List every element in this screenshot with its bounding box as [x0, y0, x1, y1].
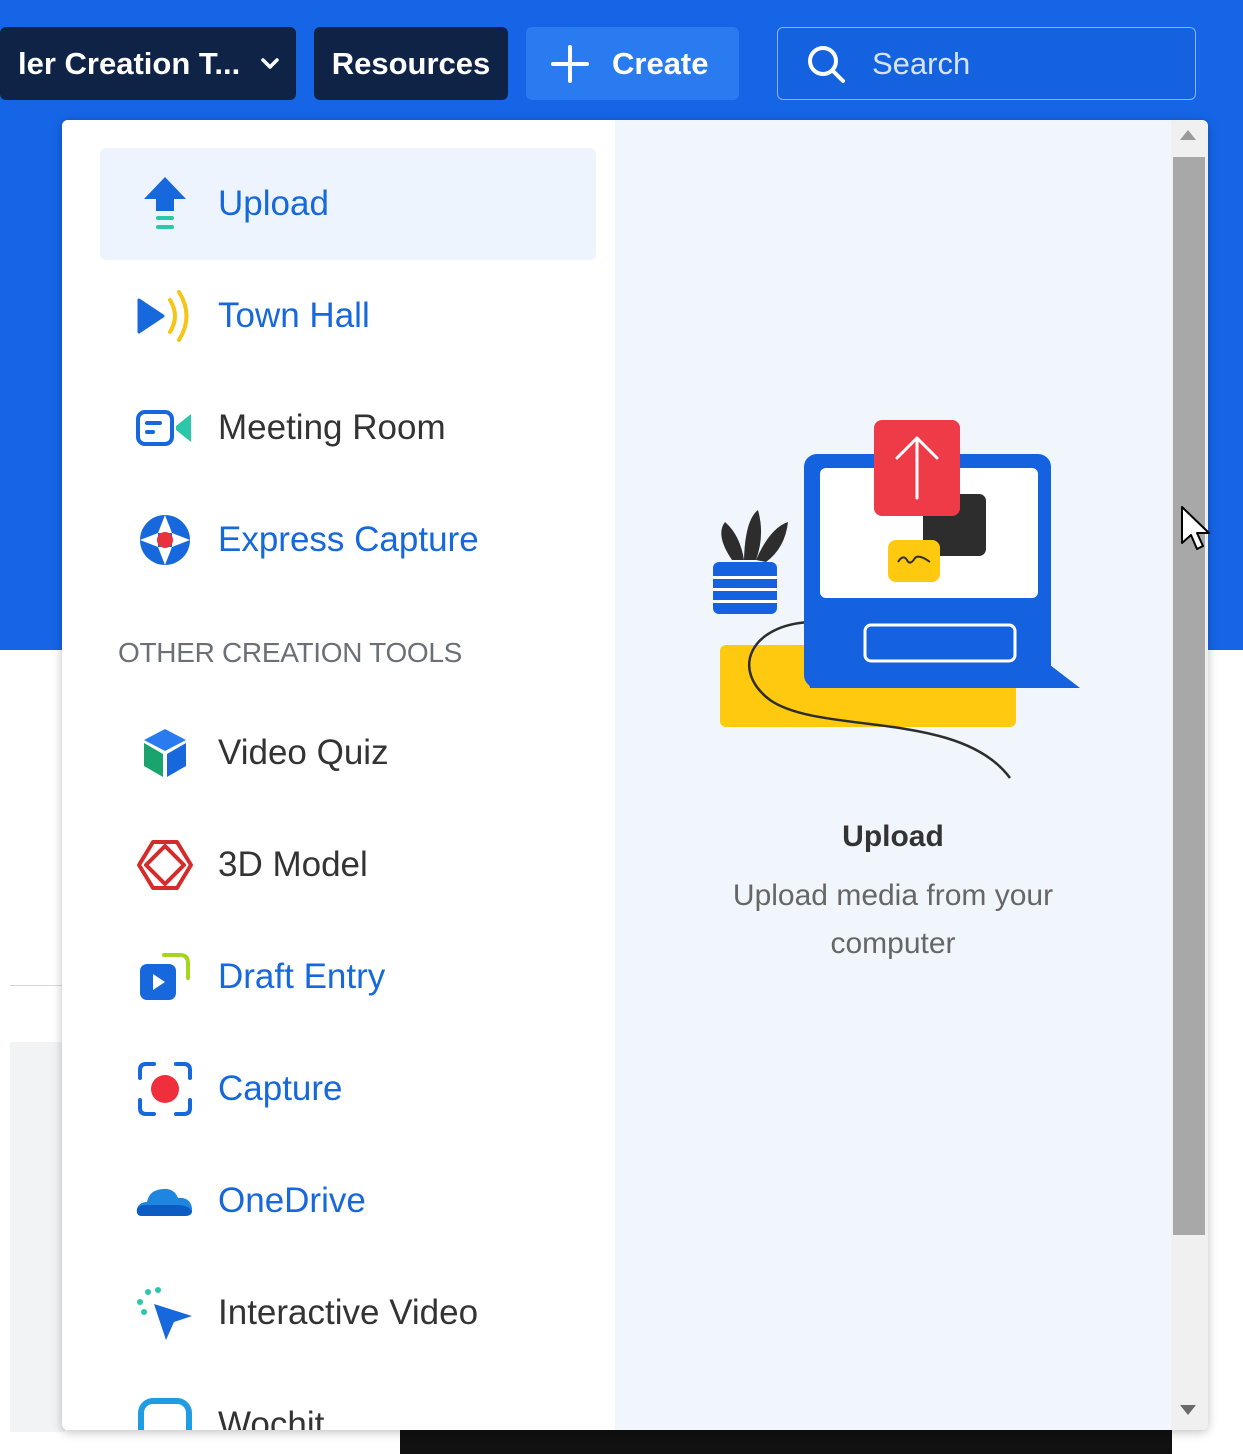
creation-tools-dropdown[interactable]: ler Creation T...: [0, 27, 296, 100]
plus-icon: [550, 44, 590, 84]
onedrive-icon: [136, 1172, 194, 1230]
search-placeholder: Search: [872, 45, 971, 81]
scroll-down-arrow-icon[interactable]: [1180, 1405, 1196, 1415]
capture-icon: [136, 1060, 194, 1118]
create-label: Create: [612, 45, 709, 81]
menu-item-draft-entry[interactable]: Draft Entry: [100, 921, 596, 1033]
menu-item-label: Draft Entry: [218, 957, 386, 996]
scrollbar-thumb[interactable]: [1173, 157, 1205, 1235]
wochit-icon: [136, 1396, 194, 1430]
section-title-other-creation-tools: OTHER CREATION TOOLS: [118, 637, 463, 668]
town-hall-icon: [136, 287, 194, 345]
upload-illustration: [710, 410, 1090, 794]
menu-item-label: Wochit: [218, 1405, 325, 1430]
preview-description: Upload media from your computer: [732, 879, 1054, 960]
menu-item-wochit[interactable]: Wochit: [100, 1369, 596, 1430]
creation-tools-label: ler Creation T...: [18, 45, 241, 81]
menu-item-label: 3D Model: [218, 845, 368, 884]
menu-item-interactive-video[interactable]: Interactive Video: [100, 1257, 596, 1369]
menu-item-label: Meeting Room: [218, 408, 446, 447]
menu-item-capture[interactable]: Capture: [100, 1033, 596, 1145]
chevron-down-icon: [260, 57, 280, 71]
menu-item-onedrive[interactable]: OneDrive: [100, 1145, 596, 1257]
menu-item-label: Capture: [218, 1069, 343, 1108]
resources-button[interactable]: Resources: [314, 27, 508, 100]
menu-item-label: Express Capture: [218, 520, 479, 559]
create-menu-panel: Upload Town Hall Meeting Room Express Ca…: [62, 120, 1208, 1430]
mouse-cursor-icon: [1180, 505, 1212, 557]
menu-item-label: Interactive Video: [218, 1293, 479, 1332]
resources-label: Resources: [331, 45, 491, 81]
menu-item-upload[interactable]: Upload: [100, 148, 596, 260]
3d-model-icon: [136, 836, 194, 894]
draft-entry-icon: [136, 948, 194, 1006]
create-button[interactable]: Create: [526, 27, 739, 100]
menu-item-video-quiz[interactable]: Video Quiz: [100, 697, 596, 809]
scrollbar[interactable]: [1171, 120, 1208, 1430]
menu-item-label: OneDrive: [218, 1181, 366, 1220]
upload-icon: [136, 175, 194, 233]
menu-item-3d-model[interactable]: 3D Model: [100, 809, 596, 921]
preview-title: Upload: [842, 820, 944, 853]
menu-item-label: Town Hall: [218, 296, 370, 335]
search-icon: [806, 44, 846, 84]
menu-item-town-hall[interactable]: Town Hall: [100, 260, 596, 372]
menu-item-express-capture[interactable]: Express Capture: [100, 484, 596, 596]
search-input[interactable]: Search: [777, 27, 1196, 100]
preview-pane: Upload Upload media from your computer: [615, 120, 1171, 1430]
video-quiz-icon: [136, 724, 194, 782]
scroll-up-arrow-icon[interactable]: [1180, 130, 1196, 140]
taskbar-edge: [400, 1430, 1172, 1454]
background-divider: [10, 985, 65, 986]
express-capture-icon: [136, 511, 194, 569]
menu-item-meeting-room[interactable]: Meeting Room: [100, 372, 596, 484]
create-menu-list: Upload Town Hall Meeting Room Express Ca…: [62, 120, 615, 1430]
meeting-room-icon: [136, 399, 194, 457]
interactive-video-icon: [136, 1284, 194, 1342]
menu-item-label: Video Quiz: [218, 733, 389, 772]
menu-item-label: Upload: [218, 184, 329, 223]
background-gray-region: [10, 1042, 65, 1432]
